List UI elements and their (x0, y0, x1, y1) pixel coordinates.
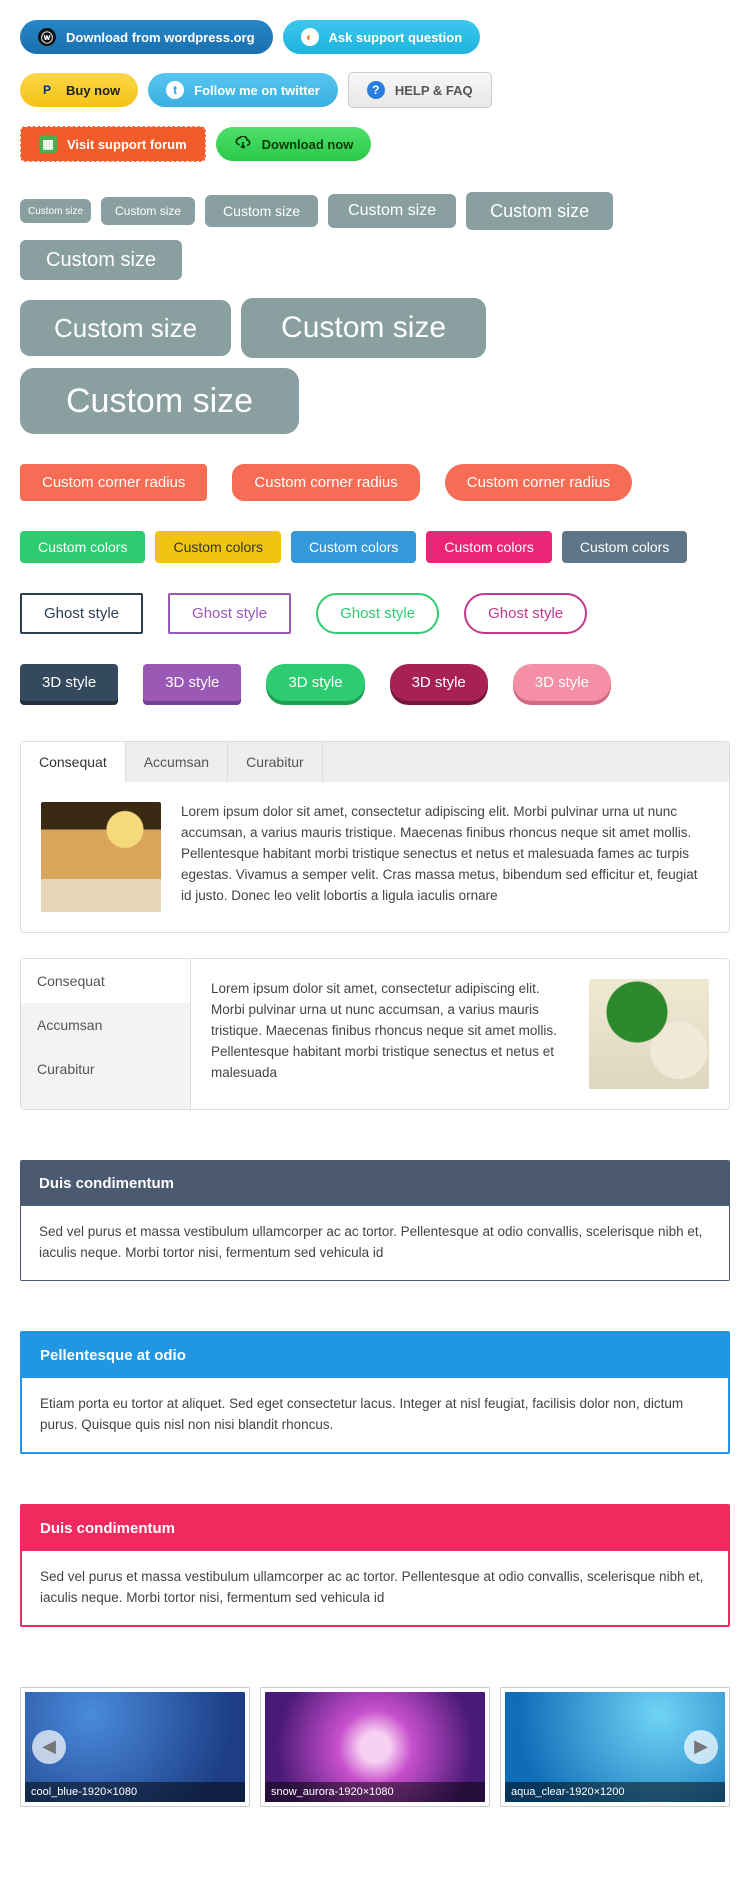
three-d-button[interactable]: 3D style (390, 664, 488, 701)
panel-title: Duis condimentum (22, 1506, 728, 1551)
tab-curabitur[interactable]: Curabitur (228, 742, 323, 782)
slide-caption: aqua_clear-1920×1200 (505, 1782, 725, 1802)
ghost-button[interactable]: Ghost style (316, 593, 439, 634)
vtab-accumsan[interactable]: Accumsan (21, 1003, 190, 1047)
custom-size-button[interactable]: Custom size (328, 194, 456, 228)
help-faq-button[interactable]: ? HELP & FAQ (348, 72, 492, 108)
label: Ask support question (329, 30, 463, 45)
panel-blue: Pellentesque at odio Etiam porta eu tort… (20, 1331, 730, 1454)
custom-colors-button[interactable]: Custom colors (291, 531, 416, 563)
paypal-icon: P (38, 81, 56, 99)
panel-body: Sed vel purus et massa vestibulum ullamc… (21, 1206, 729, 1280)
panel-title: Pellentesque at odio (22, 1333, 728, 1378)
custom-size-button[interactable]: Custom size (205, 195, 318, 227)
three-d-button[interactable]: 3D style (143, 664, 241, 701)
tabs-bar: Consequat Accumsan Curabitur (21, 742, 729, 782)
label: Download now (262, 137, 354, 152)
ask-support-button[interactable]: ◐ Ask support question (283, 20, 481, 54)
panel-title: Duis condimentum (21, 1161, 729, 1206)
custom-size-button[interactable]: Custom size (20, 199, 91, 223)
follow-twitter-button[interactable]: t Follow me on twitter (148, 73, 338, 107)
custom-colors-button[interactable]: Custom colors (155, 531, 280, 563)
vtab-curabitur[interactable]: Curabitur (21, 1047, 190, 1091)
three-d-button[interactable]: 3D style (513, 664, 611, 701)
label: Follow me on twitter (194, 83, 320, 98)
twitter-icon: t (166, 81, 184, 99)
tab-accumsan[interactable]: Accumsan (126, 742, 228, 782)
tab-image (41, 802, 161, 912)
help-icon: ? (367, 81, 385, 99)
custom-size-button[interactable]: Custom size (20, 300, 231, 356)
ghost-button[interactable]: Ghost style (20, 593, 143, 634)
corner-radius-button[interactable]: Custom corner radius (445, 464, 632, 501)
slide-caption: snow_aurora-1920×1080 (265, 1782, 485, 1802)
horizontal-tabs: Consequat Accumsan Curabitur Lorem ipsum… (20, 741, 730, 933)
slide-caption: cool_blue-1920×1080 (25, 1782, 245, 1802)
download-wordpress-button[interactable]: ⓦ Download from wordpress.org (20, 20, 273, 54)
three-d-button[interactable]: 3D style (20, 664, 118, 701)
panel-body: Etiam porta eu tortor at aliquet. Sed eg… (22, 1378, 728, 1452)
label: Visit support forum (67, 137, 187, 152)
custom-size-button[interactable]: Custom size (20, 240, 182, 280)
vtab-image (589, 979, 709, 1089)
vtab-nav: Consequat Accumsan Curabitur (21, 959, 191, 1109)
buy-now-button[interactable]: P Buy now (20, 73, 138, 107)
forum-icon: ▦ (39, 135, 57, 153)
vertical-tabs: Consequat Accumsan Curabitur Lorem ipsum… (20, 958, 730, 1110)
custom-colors-button[interactable]: Custom colors (426, 531, 551, 563)
visit-forum-button[interactable]: ▦ Visit support forum (20, 126, 206, 162)
three-d-button[interactable]: 3D style (266, 664, 364, 701)
custom-size-button[interactable]: Custom size (241, 298, 486, 358)
custom-colors-button[interactable]: Custom colors (20, 531, 145, 563)
custom-size-button[interactable]: Custom size (466, 192, 613, 230)
vtab-content: Lorem ipsum dolor sit amet, consectetur … (211, 979, 569, 1089)
corner-radius-button[interactable]: Custom corner radius (20, 464, 207, 501)
custom-size-button[interactable]: Custom size (20, 368, 299, 434)
vtab-consequat[interactable]: Consequat (21, 959, 190, 1003)
ghost-button[interactable]: Ghost style (168, 593, 291, 634)
label: Download from wordpress.org (66, 30, 255, 45)
wordpress-icon: ⓦ (38, 28, 56, 46)
download-now-button[interactable]: Download now (216, 127, 372, 161)
carousel-slide[interactable]: snow_aurora-1920×1080 (260, 1687, 490, 1807)
lifebuoy-icon: ◐ (301, 28, 319, 46)
label: Buy now (66, 83, 120, 98)
image-carousel: ◀ cool_blue-1920×1080 snow_aurora-1920×1… (20, 1687, 730, 1807)
panel-slate: Duis condimentum Sed vel purus et massa … (20, 1160, 730, 1281)
panel-body: Sed vel purus et massa vestibulum ullamc… (22, 1551, 728, 1625)
label: HELP & FAQ (395, 83, 473, 98)
custom-size-button[interactable]: Custom size (101, 197, 195, 225)
panel-pink: Duis condimentum Sed vel purus et massa … (20, 1504, 730, 1627)
tab-consequat[interactable]: Consequat (21, 742, 126, 782)
carousel-next-button[interactable]: ▶ (684, 1730, 718, 1764)
ghost-button[interactable]: Ghost style (464, 593, 587, 634)
custom-colors-button[interactable]: Custom colors (562, 531, 687, 563)
tab-content: Lorem ipsum dolor sit amet, consectetur … (181, 802, 709, 912)
carousel-prev-button[interactable]: ◀ (32, 1730, 66, 1764)
download-icon (234, 135, 252, 153)
corner-radius-button[interactable]: Custom corner radius (232, 464, 419, 501)
